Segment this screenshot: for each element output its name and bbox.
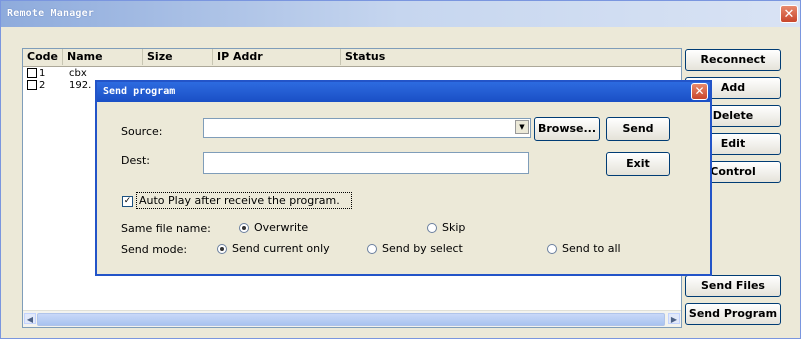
skip-label[interactable]: Skip <box>442 221 465 234</box>
source-combobox[interactable]: ▼ <box>203 118 531 138</box>
reconnect-button[interactable]: Reconnect <box>685 49 781 71</box>
remote-manager-window: Remote Manager ✕ Code Name Size IP Addr … <box>0 0 801 339</box>
send-files-button[interactable]: Send Files <box>685 275 781 297</box>
column-header-size[interactable]: Size <box>143 49 213 65</box>
send-program-dialog: Send program ✕ Source: ▼ Browse... Send … <box>95 80 712 276</box>
window-title: Remote Manager <box>7 8 95 19</box>
send-program-button[interactable]: Send Program <box>685 303 781 325</box>
scroll-right-icon[interactable]: ▶ <box>668 313 680 324</box>
column-header-ip[interactable]: IP Addr <box>213 49 341 65</box>
scroll-thumb[interactable] <box>37 313 665 326</box>
horizontal-scrollbar[interactable]: ◀ ▶ <box>23 310 681 327</box>
column-header-name[interactable]: Name <box>63 49 143 65</box>
send-current-label[interactable]: Send current only <box>232 242 330 255</box>
send-current-radio[interactable] <box>217 244 227 254</box>
overwrite-radio[interactable] <box>239 223 249 233</box>
skip-radio[interactable] <box>427 223 437 233</box>
send-all-label[interactable]: Send to all <box>562 242 621 255</box>
dest-label: Dest: <box>121 154 150 167</box>
dialog-close-button[interactable]: ✕ <box>691 83 708 100</box>
list-header: Code Name Size IP Addr Status <box>23 49 681 67</box>
send-select-radio[interactable] <box>367 244 377 254</box>
dropdown-arrow-icon[interactable]: ▼ <box>515 120 529 134</box>
window-close-button[interactable]: ✕ <box>780 5 798 23</box>
browse-button[interactable]: Browse... <box>534 117 600 141</box>
send-all-radio[interactable] <box>547 244 557 254</box>
send-button[interactable]: Send <box>606 117 670 141</box>
close-icon: ✕ <box>694 84 705 98</box>
send-select-label[interactable]: Send by select <box>382 242 463 255</box>
row-checkbox[interactable] <box>27 80 37 90</box>
dialog-titlebar[interactable]: Send program ✕ <box>97 82 710 102</box>
autoplay-checkbox[interactable]: ✓ <box>122 196 133 207</box>
overwrite-label[interactable]: Overwrite <box>254 221 308 234</box>
row-checkbox[interactable] <box>27 68 37 78</box>
source-label: Source: <box>121 125 163 138</box>
autoplay-label[interactable]: Auto Play after receive the program. <box>139 194 340 207</box>
row-name: 192. <box>69 80 92 91</box>
dialog-title: Send program <box>103 86 176 97</box>
exit-button[interactable]: Exit <box>606 152 670 176</box>
scroll-left-icon[interactable]: ◀ <box>24 313 36 324</box>
list-item[interactable]: 1 cbx <box>23 68 87 80</box>
checkmark-icon: ✓ <box>123 196 132 206</box>
window-titlebar[interactable]: Remote Manager ✕ <box>1 1 800 27</box>
row-name: cbx <box>69 68 87 79</box>
row-code: 2 <box>39 80 46 91</box>
column-header-status[interactable]: Status <box>341 49 681 65</box>
column-header-code[interactable]: Code <box>23 49 63 65</box>
dest-input[interactable] <box>203 152 529 174</box>
close-icon: ✕ <box>783 7 795 22</box>
same-file-label: Same file name: <box>121 222 211 235</box>
send-mode-label: Send mode: <box>121 243 188 256</box>
row-code: 1 <box>39 68 46 79</box>
list-item[interactable]: 2 192. <box>23 80 91 92</box>
